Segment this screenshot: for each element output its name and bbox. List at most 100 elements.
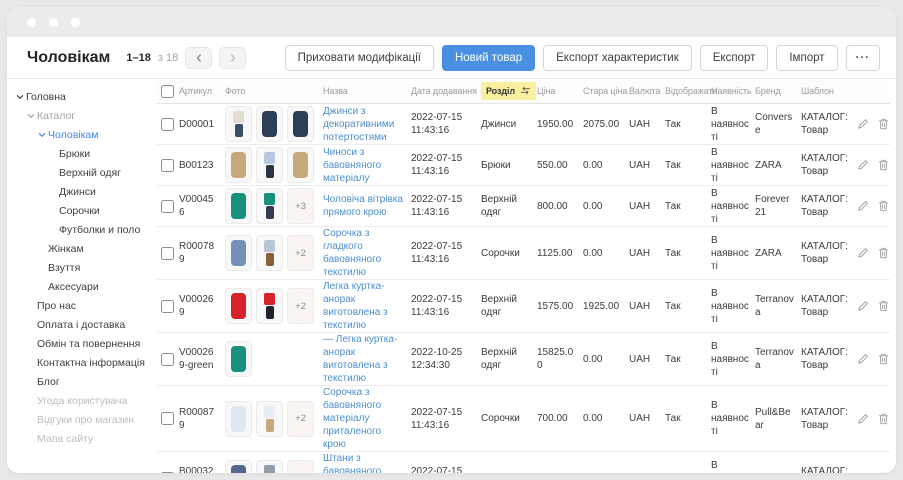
window-minimize-dot-icon[interactable]: [49, 18, 58, 27]
product-name-link[interactable]: Легка куртка-анорак виготовлена з тексти…: [323, 280, 411, 332]
column-header-label: Шаблон: [801, 86, 834, 96]
delete-button[interactable]: [878, 413, 889, 425]
select-all-checkbox[interactable]: [161, 85, 174, 98]
product-name-link[interactable]: Сорочка з бавовняного матеріалу притален…: [323, 386, 411, 451]
product-photo-thumbnail[interactable]: [256, 460, 283, 473]
sidebar-item-label: Угода користувача: [37, 395, 127, 407]
edit-button[interactable]: [857, 353, 869, 365]
sidebar-item-uhoda-korystuvacha[interactable]: Угода користувача: [7, 391, 157, 410]
row-checkbox[interactable]: [161, 300, 174, 313]
column-header-select: [157, 85, 179, 98]
sidebar-item-oplata-i-dostavka[interactable]: Оплата і доставка: [7, 315, 157, 334]
row-checkbox[interactable]: [161, 472, 174, 474]
price-cell: 800.00: [537, 200, 583, 213]
edit-button[interactable]: [857, 472, 869, 473]
prev-page-button[interactable]: [185, 47, 212, 69]
sidebar-item-cholovikam[interactable]: Чоловікам: [7, 125, 157, 144]
product-photo-thumbnail[interactable]: [225, 288, 252, 324]
product-name-link[interactable]: — Легка куртка-анорак виготовлена з текс…: [323, 333, 411, 385]
sidebar-item-futbolky-y-polo[interactable]: Футболки и поло: [7, 220, 157, 239]
sidebar-item-holovna[interactable]: Головна: [7, 87, 157, 106]
new-product-button[interactable]: Новий товар: [442, 45, 535, 71]
old-price-cell: 0.00: [583, 159, 629, 172]
column-header-label: Фото: [225, 86, 245, 96]
product-photo-thumbnail[interactable]: [256, 288, 283, 324]
product-photo-thumbnail[interactable]: [225, 147, 252, 183]
product-name-link[interactable]: Джинси з декоративними потертостями: [323, 105, 411, 144]
row-checkbox[interactable]: [161, 353, 174, 366]
sort-icon[interactable]: [520, 86, 531, 97]
sidebar-item-obmin-ta-povernennia[interactable]: Обмін та повернення: [7, 334, 157, 353]
more-photos-badge[interactable]: +2: [287, 288, 314, 324]
product-photo-thumbnail[interactable]: [225, 460, 252, 473]
sidebar-item-kataloh[interactable]: Каталог: [7, 106, 157, 125]
column-header-label: Назва: [323, 86, 348, 96]
trash-icon: [878, 413, 889, 425]
delete-button[interactable]: [878, 300, 889, 312]
sidebar-item-sorochky[interactable]: Сорочки: [7, 201, 157, 220]
more-photos-badge[interactable]: +3: [287, 188, 314, 224]
product-name-link[interactable]: Сорочка з гладкого бавовняного текстилю: [323, 227, 411, 279]
garment-shape: [231, 193, 246, 219]
product-photo-thumbnail[interactable]: [256, 188, 283, 224]
row-checkbox[interactable]: [161, 118, 174, 131]
delete-button[interactable]: [878, 472, 889, 473]
edit-button[interactable]: [857, 118, 869, 130]
product-name-link[interactable]: Чоловіча вітрівка прямого крою: [323, 193, 411, 219]
sidebar-item-mapa-saitu[interactable]: Мапа сайту: [7, 429, 157, 448]
delete-button[interactable]: [878, 353, 889, 365]
product-photo-thumbnail[interactable]: [256, 401, 283, 437]
product-photo-thumbnail[interactable]: [225, 106, 252, 142]
section-cell: Джинси: [481, 118, 537, 131]
product-photo-thumbnail[interactable]: [225, 235, 252, 271]
sidebar-item-zhinkam[interactable]: Жінкам: [7, 239, 157, 258]
product-photo-thumbnail[interactable]: [256, 147, 283, 183]
edit-button[interactable]: [857, 247, 869, 259]
sidebar-item-aksesuary[interactable]: Аксесуари: [7, 277, 157, 296]
row-checkbox[interactable]: [161, 412, 174, 425]
template-cell: КАТАЛОГ: Товар: [801, 111, 857, 137]
hide-modifications-button[interactable]: Приховати модифікації: [285, 45, 434, 71]
sidebar-item-dzhynsy[interactable]: Джинси: [7, 182, 157, 201]
column-header-section[interactable]: Розділ: [481, 82, 537, 100]
row-checkbox[interactable]: [161, 247, 174, 260]
export-characteristics-button[interactable]: Експорт характеристик: [543, 45, 692, 71]
sidebar-item-vzuttia[interactable]: Взуття: [7, 258, 157, 277]
row-checkbox[interactable]: [161, 200, 174, 213]
more-photos-badge[interactable]: +2: [287, 401, 314, 437]
edit-button[interactable]: [857, 200, 869, 212]
product-photo-thumbnail[interactable]: [287, 106, 314, 142]
sidebar-item-verkhnii-odiah[interactable]: Верхній одяг: [7, 163, 157, 182]
more-actions-button[interactable]: ···: [846, 45, 881, 71]
product-photo-thumbnail[interactable]: [256, 235, 283, 271]
delete-button[interactable]: [878, 118, 889, 130]
sidebar-item-label: Жінкам: [48, 243, 84, 255]
product-photo-thumbnail[interactable]: [225, 401, 252, 437]
product-photo-thumbnail[interactable]: [225, 188, 252, 224]
sidebar-item-briuky[interactable]: Брюки: [7, 144, 157, 163]
row-checkbox[interactable]: [161, 159, 174, 172]
product-name-link[interactable]: Штани з бавовняного матеріалу прямого кр…: [323, 452, 411, 473]
product-name-link[interactable]: Чиноси з бавовняного матеріалу: [323, 146, 411, 185]
sidebar-item-bloh[interactable]: Блог: [7, 372, 157, 391]
more-photos-badge[interactable]: +2: [287, 460, 314, 473]
import-button[interactable]: Імпорт: [776, 45, 837, 71]
more-photos-badge[interactable]: +2: [287, 235, 314, 271]
sidebar-item-kontaktna-informatsiia[interactable]: Контактна інформація: [7, 353, 157, 372]
sidebar-item-vidhuky-pro-mahazyn[interactable]: Відгуки про магазин: [7, 410, 157, 429]
window-close-dot-icon[interactable]: [27, 18, 36, 27]
product-photo-thumbnail[interactable]: [225, 341, 252, 377]
edit-button[interactable]: [857, 159, 869, 171]
export-button[interactable]: Експорт: [700, 45, 769, 71]
next-page-button[interactable]: [219, 47, 246, 69]
window-maximize-dot-icon[interactable]: [71, 18, 80, 27]
product-photo-thumbnail[interactable]: [256, 106, 283, 142]
sidebar-item-pro-nas[interactable]: Про нас: [7, 296, 157, 315]
sidebar-item-label: Про нас: [37, 300, 76, 312]
edit-button[interactable]: [857, 413, 869, 425]
delete-button[interactable]: [878, 159, 889, 171]
edit-button[interactable]: [857, 300, 869, 312]
product-photo-thumbnail[interactable]: [287, 147, 314, 183]
delete-button[interactable]: [878, 200, 889, 212]
delete-button[interactable]: [878, 247, 889, 259]
